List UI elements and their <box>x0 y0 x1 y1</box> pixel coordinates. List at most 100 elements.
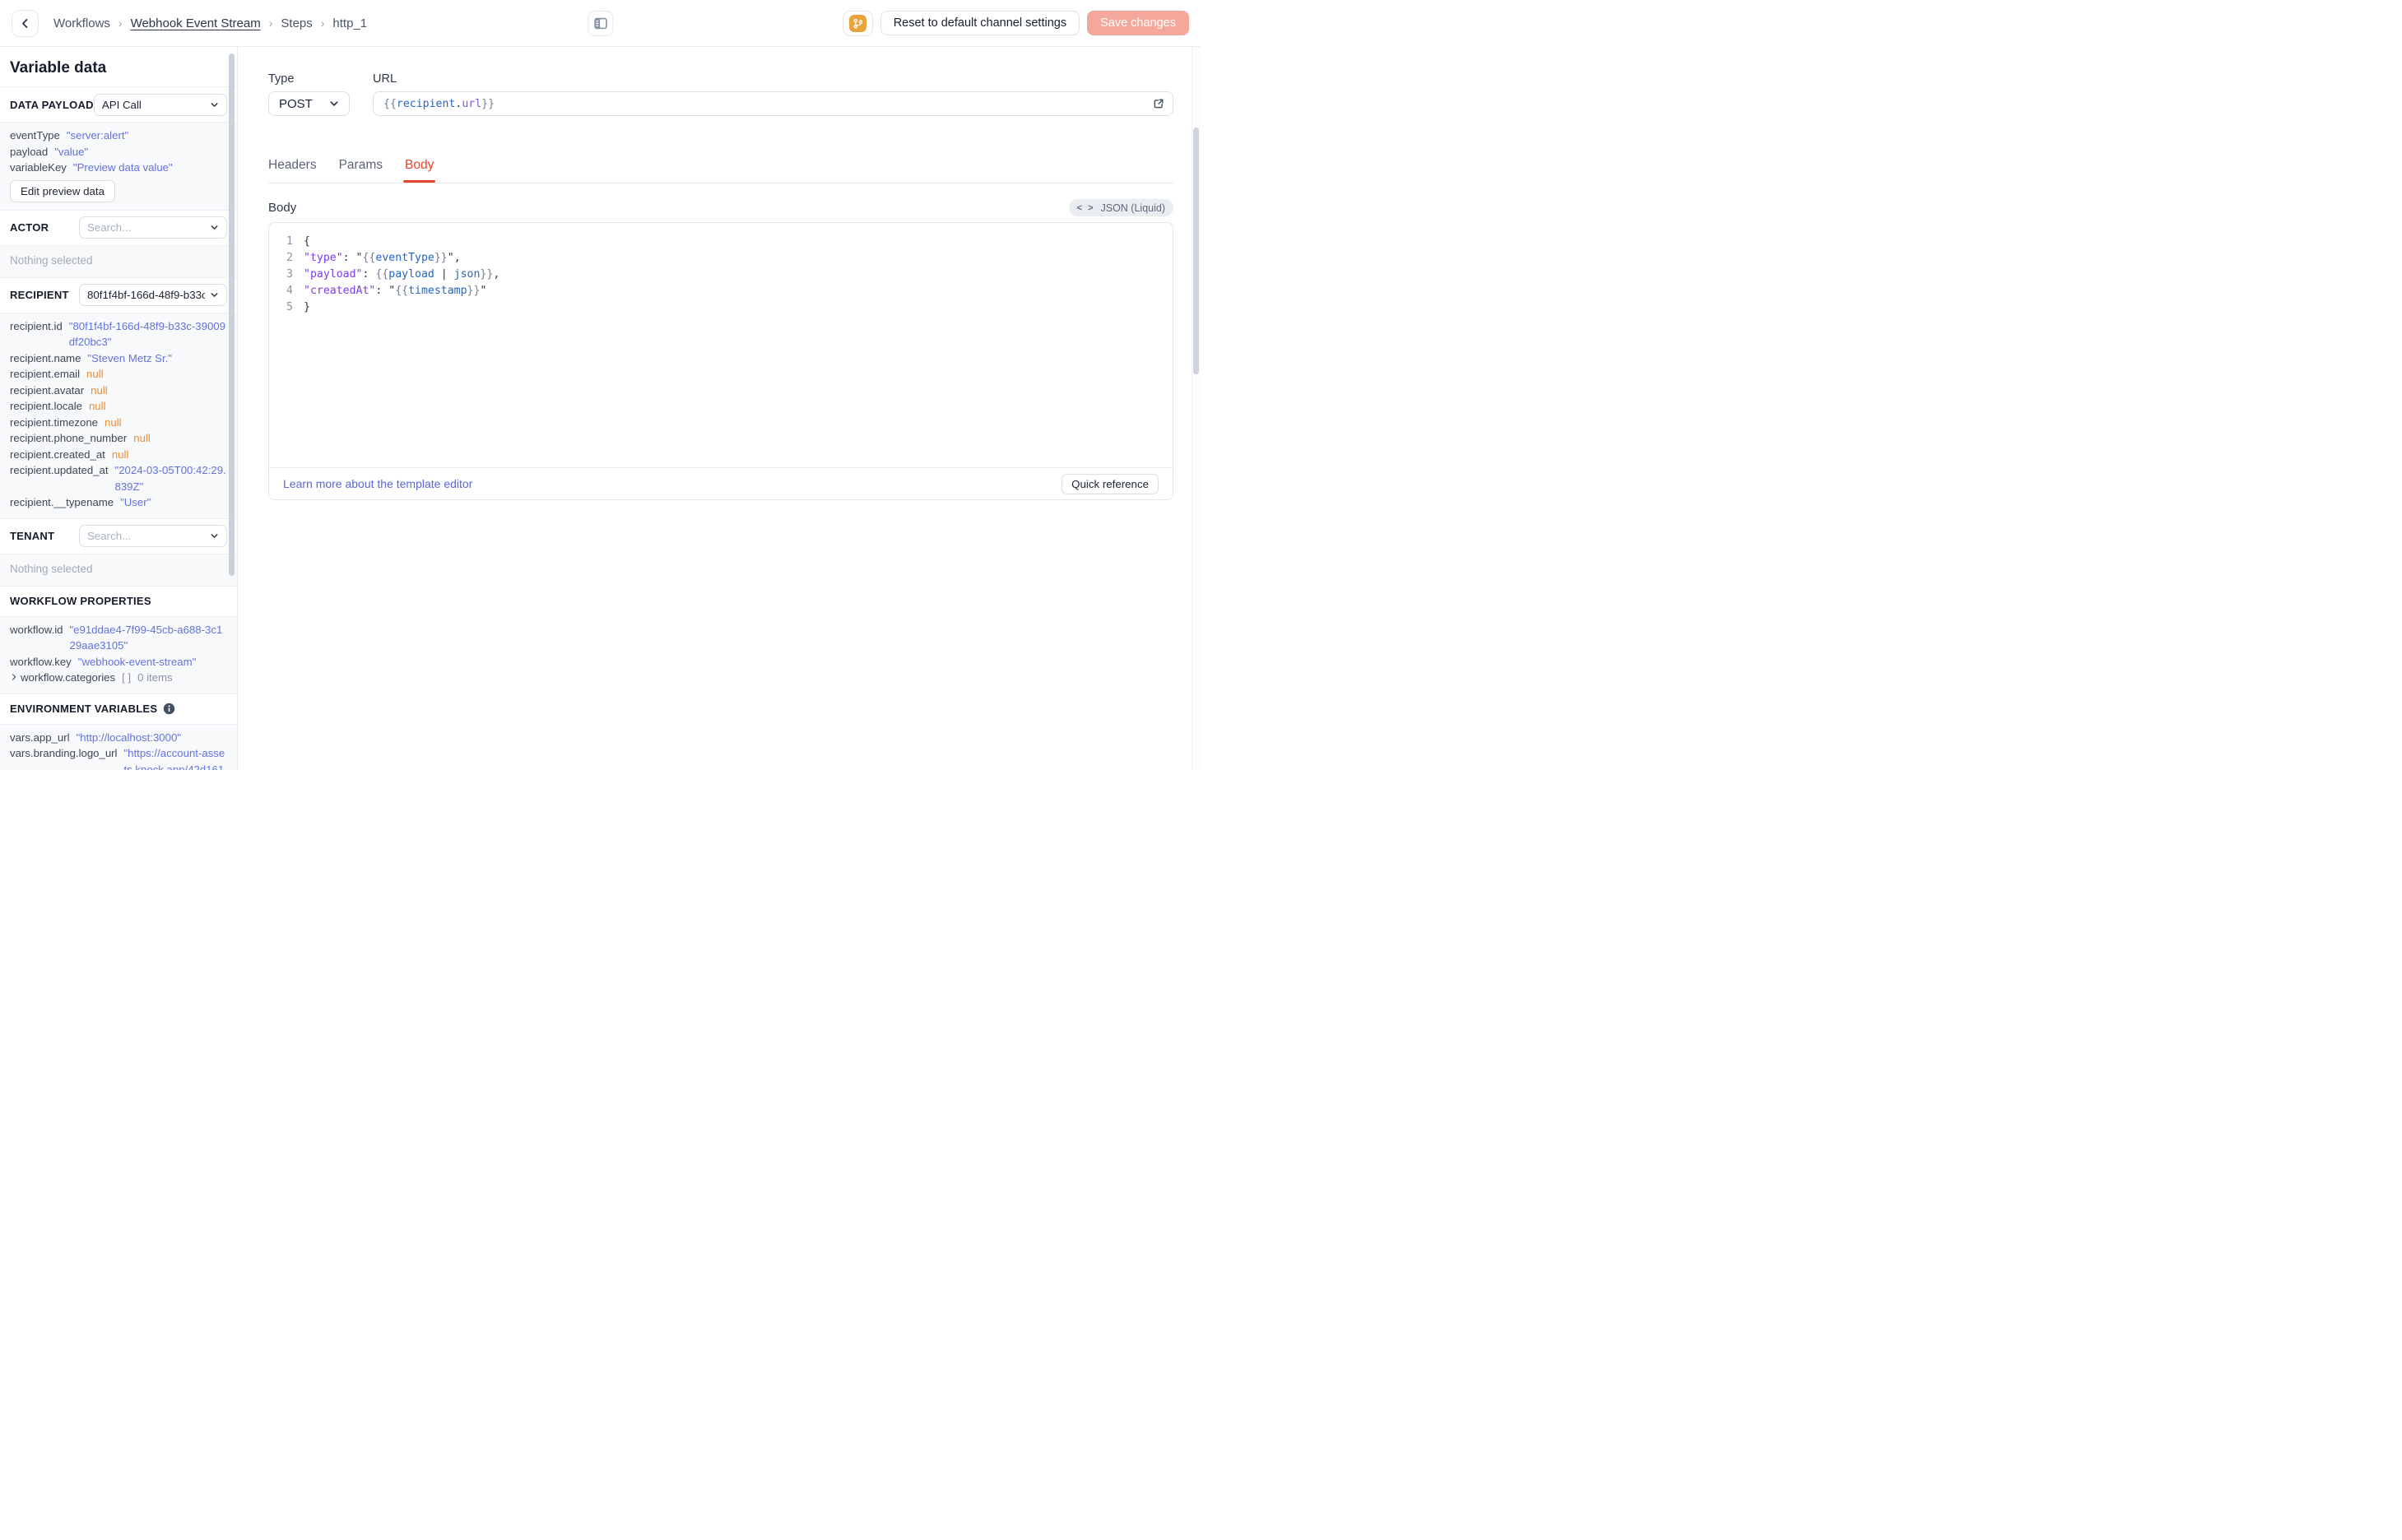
code-line: 2 "type": "{{eventType}}", <box>269 250 1173 267</box>
commit-changes-button[interactable] <box>842 10 873 36</box>
code-text: "createdAt": "{{timestamp}}" <box>304 285 487 297</box>
variable-row: vars.app_url "http://localhost:3000" <box>10 730 227 746</box>
main-scrollbar-thumb[interactable] <box>1193 128 1199 374</box>
tenant-search-combobox[interactable]: Search... <box>79 525 227 547</box>
method-select[interactable]: POST <box>268 91 350 116</box>
reset-channel-settings-button[interactable]: Reset to default channel settings <box>880 11 1080 35</box>
variable-key: recipient.email <box>10 368 81 380</box>
variable-row: variableKey "Preview data value" <box>10 160 227 176</box>
open-url-editor-button[interactable] <box>1152 97 1165 110</box>
variable-row: eventType "server:alert" <box>10 128 227 144</box>
quick-reference-button[interactable]: Quick reference <box>1062 473 1159 494</box>
variable-value: "server:alert" <box>66 129 129 141</box>
variable-key: eventType <box>10 129 60 141</box>
variable-key: recipient.created_at <box>10 448 105 461</box>
variable-key: recipient.updated_at <box>10 464 109 476</box>
variable-row: recipient.phone_number null <box>10 430 227 447</box>
topbar-actions: Reset to default channel settings Save c… <box>842 10 1189 36</box>
request-tabs: Headers Params Body <box>268 158 1173 183</box>
body-template-editor: 1{2 "type": "{{eventType}}", 3 "payload": {… <box>268 222 1173 500</box>
edit-preview-data-button[interactable]: Edit preview data <box>10 179 115 202</box>
tenant-row: TENANT Search... <box>0 518 237 554</box>
recipient-select[interactable]: 80f1f4bf-166d-48f9-b33c <box>79 284 227 306</box>
line-number: 1 <box>286 235 293 248</box>
variable-row: recipient.__typename "User" <box>10 494 227 511</box>
variable-data-sidebar: Variable data DATA PAYLOAD API Call even… <box>0 47 238 770</box>
git-branch-icon <box>848 14 866 32</box>
topbar: Workflows › Webhook Event Stream › Steps › htt… <box>0 0 1201 47</box>
variable-value: null <box>88 400 106 412</box>
info-icon[interactable] <box>163 703 175 715</box>
variable-value: "Preview data value" <box>72 161 173 174</box>
code-editor[interactable]: 1{2 "type": "{{eventType}}", 3 "payload": {… <box>269 223 1173 316</box>
variable-key: recipient.timezone <box>10 415 99 429</box>
chevron-left-icon <box>20 18 30 29</box>
line-number: 2 <box>286 252 293 264</box>
toggle-sidebar-button[interactable] <box>588 10 613 36</box>
tenant-search-placeholder: Search... <box>87 530 132 542</box>
variable-row: payload "value" <box>10 144 227 160</box>
recipient-select-value: 80f1f4bf-166d-48f9-b33c <box>87 289 205 301</box>
tenant-empty-panel: Nothing selected <box>0 554 237 587</box>
variable-value: null <box>133 432 151 444</box>
url-input[interactable]: {{recipient.url}} <box>373 91 1173 116</box>
breadcrumb-separator: › <box>320 16 325 30</box>
variable-value: null <box>105 415 122 429</box>
variable-key: vars.app_url <box>10 731 70 744</box>
save-changes-button[interactable]: Save changes <box>1087 11 1189 35</box>
categories-brackets: [ ] <box>122 671 132 684</box>
variable-value: "webhook-event-stream" <box>77 655 197 668</box>
chevron-down-icon <box>211 102 218 107</box>
variable-value: "Steven Metz Sr." <box>87 351 172 364</box>
workflow-properties-header: WORKFLOW PROPERTIES <box>0 586 237 617</box>
template-editor-docs-link[interactable]: Learn more about the template editor <box>283 477 472 490</box>
variable-row: recipient.locale null <box>10 398 227 415</box>
variable-value: "80f1f4bf-166d-48f9-b33c-39009df20bc3" <box>68 319 225 349</box>
data-payload-select[interactable]: API Call <box>93 93 227 116</box>
back-button[interactable] <box>12 9 39 37</box>
variable-key: payload <box>10 145 49 158</box>
workflow-categories-row[interactable]: workflow.categories [ ] 0 items <box>10 670 227 686</box>
sidebar-layout-icon <box>593 17 607 30</box>
code-text: } <box>304 301 310 313</box>
tenant-empty-text: Nothing selected <box>10 562 93 575</box>
variable-value: "https://account-assets.knock.app/42d161… <box>123 747 225 770</box>
url-token: }} <box>481 97 495 110</box>
http-step-editor: Type POST URL {{recipient.url}} Headers … <box>239 47 1201 770</box>
tab-params[interactable]: Params <box>339 158 383 183</box>
request-config-row: Type POST URL {{recipient.url}} <box>268 72 1173 116</box>
code-line: 4 "createdAt": "{{timestamp}}" <box>269 283 1173 299</box>
variable-row: recipient.created_at null <box>10 447 227 463</box>
environment-variables-header: ENVIRONMENT VARIABLES <box>0 693 237 725</box>
actor-search-placeholder: Search... <box>87 221 132 234</box>
recipient-label: RECIPIENT <box>10 289 69 301</box>
categories-count: 0 items <box>137 671 173 684</box>
recipient-data-panel: recipient.id "80f1f4bf-166d-48f9-b33c-390… <box>0 313 237 519</box>
code-line: 5} <box>269 299 1173 316</box>
url-token: url <box>462 97 482 110</box>
variable-row: recipient.updated_at "2024-03-05T00:42:29… <box>10 462 227 494</box>
method-select-value: POST <box>279 96 313 111</box>
variable-row: workflow.id "e91ddae4-7f99-45cb-a688-3c12… <box>10 622 227 654</box>
body-section-title: Body <box>268 201 297 215</box>
sidebar-scrollbar-thumb[interactable] <box>229 53 235 576</box>
breadcrumb-item[interactable]: Webhook Event Stream <box>131 16 261 30</box>
code-brackets-icon: < > <box>1076 202 1095 213</box>
variable-key: recipient.avatar <box>10 383 85 397</box>
actor-empty-text: Nothing selected <box>10 253 93 267</box>
url-field: URL {{recipient.url}} <box>373 72 1173 116</box>
data-payload-value: API Call <box>101 98 142 111</box>
tab-headers[interactable]: Headers <box>268 158 317 183</box>
environment-variables-panel: vars.app_url "http://localhost:3000" vars.… <box>0 724 237 770</box>
breadcrumb-separator: › <box>268 16 273 30</box>
variable-row: recipient.email null <box>10 366 227 383</box>
data-payload-row: DATA PAYLOAD API Call <box>0 87 237 123</box>
breadcrumb-item: Workflows <box>53 16 110 30</box>
code-line: 3 "payload": {{payload | json}}, <box>269 267 1173 283</box>
tab-body[interactable]: Body <box>402 158 436 183</box>
actor-search-combobox[interactable]: Search... <box>79 216 227 239</box>
variable-key: recipient.locale <box>10 400 82 412</box>
chevron-down-icon <box>330 101 338 106</box>
line-number: 4 <box>286 285 293 297</box>
line-number: 5 <box>286 301 293 313</box>
